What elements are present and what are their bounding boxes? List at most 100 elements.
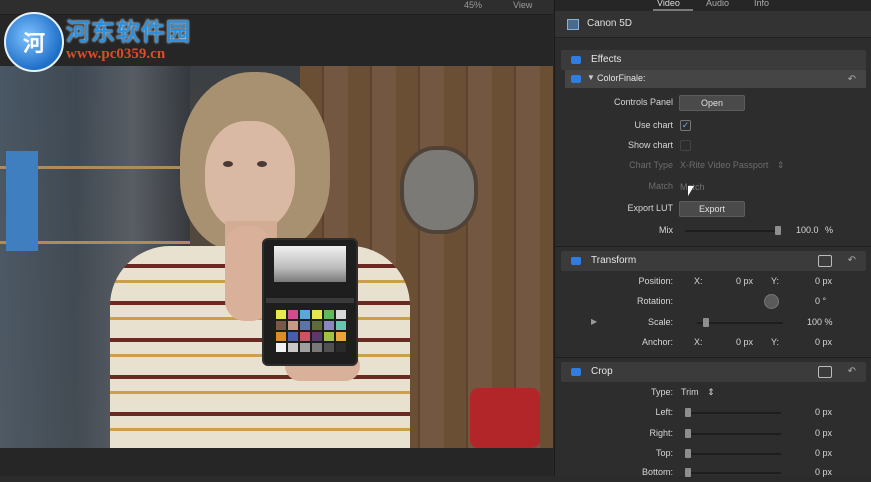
crop-right-slider[interactable] (685, 429, 781, 438)
effects-section-header[interactable]: Effects (561, 50, 866, 70)
clip-header: Canon 5D (555, 11, 871, 38)
anchor-row: Anchor: X: 0 px Y: 0 px (555, 334, 871, 352)
rotation-label: Rotation: (636, 296, 673, 306)
person-face (205, 121, 295, 231)
transform-enable-checkbox[interactable] (571, 257, 581, 265)
disclosure-triangle-icon[interactable]: ▼ (587, 73, 595, 82)
show-chart-checkbox[interactable] (680, 140, 691, 151)
chart-type-popup[interactable]: X-Rite Video Passport ⇕ (680, 160, 784, 171)
crop-right-knob[interactable] (685, 429, 691, 438)
color-checker-chart (262, 238, 358, 366)
crop-top-knob[interactable] (685, 449, 691, 458)
use-chart-label: Use chart (634, 120, 673, 130)
position-x-axis-label: X: (694, 276, 703, 286)
clip-name: Canon 5D (587, 18, 633, 29)
transform-section-header[interactable]: Transform ↶ (561, 251, 866, 271)
crop-left-slider[interactable] (685, 408, 781, 417)
crop-reset-icon[interactable]: ↶ (848, 366, 856, 377)
match-label: Match (648, 181, 673, 191)
anchor-x-value[interactable]: 0 px (736, 337, 753, 347)
colorfinale-title: ColorFinale: (597, 73, 646, 83)
transform-onscreen-control-icon[interactable] (818, 255, 832, 267)
crop-right-row: Right: 0 px (555, 425, 871, 443)
watermark-logo: 河 (4, 12, 64, 72)
position-x-value[interactable]: 0 px (736, 276, 753, 286)
crop-type-row: Type: Trim ⇕ (555, 384, 871, 402)
mix-slider[interactable] (685, 226, 781, 235)
transform-title: Transform (591, 255, 637, 266)
mix-slider-knob[interactable] (775, 226, 781, 235)
use-chart-checkbox[interactable]: ✓ (680, 120, 691, 131)
color-swatches (276, 310, 346, 352)
position-y-value[interactable]: 0 px (815, 276, 832, 286)
mix-unit: % (825, 225, 834, 235)
show-chart-row: Show chart (555, 137, 871, 155)
anchor-y-axis-label: Y: (771, 337, 780, 347)
transform-reset-icon[interactable]: ↶ (848, 255, 856, 266)
watermark-url: www.pc0359.cn (66, 46, 166, 62)
rotation-row: Rotation: 0 ° (555, 293, 871, 311)
tab-info[interactable]: Info (754, 0, 769, 8)
crop-section-header[interactable]: Crop ↶ (561, 362, 866, 382)
person-eye (257, 161, 267, 167)
crop-top-value[interactable]: 0 px (815, 448, 832, 458)
position-row: Position: X: 0 px Y: 0 px (555, 273, 871, 291)
tab-audio[interactable]: Audio (706, 0, 729, 8)
background-bin (6, 151, 38, 251)
person-eye (223, 161, 233, 167)
export-lut-label: Export LUT (627, 203, 673, 213)
crop-left-label: Left: (655, 407, 673, 417)
crop-top-label: Top: (655, 448, 673, 458)
grey-balance-card (274, 246, 346, 282)
crop-type-label: Type: (650, 387, 673, 397)
crop-enable-checkbox[interactable] (571, 368, 581, 376)
inspector-panel: Video Audio Info Canon 5D Effects ▼ Colo… (554, 0, 871, 477)
scale-row: ▶ Scale: 100 % (555, 314, 871, 332)
anchor-y-value[interactable]: 0 px (815, 337, 832, 347)
tab-video[interactable]: Video (657, 0, 680, 8)
effects-enable-checkbox[interactable] (571, 56, 581, 64)
export-lut-button[interactable]: Export (679, 201, 745, 217)
crop-bottom-slider[interactable] (685, 468, 781, 477)
scale-slider-knob[interactable] (703, 318, 709, 327)
popup-arrows-icon: ⇕ (776, 160, 785, 170)
viewer: 45% View 河 河东软件园 www.pc0359.cn (0, 0, 553, 476)
background-lamp (400, 146, 478, 234)
colorfinale-reset-icon[interactable]: ↶ (848, 74, 856, 85)
scale-slider[interactable] (697, 318, 783, 327)
scale-expand-icon[interactable]: ▶ (591, 317, 597, 326)
zoom-menu[interactable]: 45% (464, 0, 482, 10)
rotation-dial[interactable] (764, 294, 779, 309)
colorfinale-effect-header[interactable]: ▼ ColorFinale: ↶ (565, 70, 866, 88)
crop-onscreen-control-icon[interactable] (818, 366, 832, 378)
crop-title: Crop (591, 366, 613, 377)
watermark-logo-text: 河 (22, 31, 45, 56)
position-y-axis-label: Y: (771, 276, 780, 286)
crop-type-popup[interactable]: Trim ⇕ (681, 387, 715, 398)
use-chart-row: Use chart ✓ (555, 117, 871, 135)
mouse-pointer-icon (688, 186, 698, 196)
video-frame[interactable] (0, 66, 553, 448)
open-controls-button[interactable]: Open (679, 95, 745, 111)
chart-hinge (266, 298, 354, 303)
crop-left-knob[interactable] (685, 408, 691, 417)
crop-type-value: Trim (681, 387, 699, 397)
mix-value[interactable]: 100.0 (796, 225, 819, 235)
show-chart-label: Show chart (627, 140, 673, 150)
rotation-value[interactable]: 0 ° (815, 296, 826, 306)
controls-panel-row: Controls Panel Open (555, 94, 871, 112)
divider (555, 357, 871, 358)
colorfinale-enable-checkbox[interactable] (571, 75, 581, 83)
crop-left-value[interactable]: 0 px (815, 407, 832, 417)
background-red-bag (470, 388, 540, 448)
watermark-title: 河东软件园 (66, 17, 191, 46)
match-row: Match Match (555, 178, 871, 196)
crop-right-label: Right: (649, 428, 673, 438)
crop-top-row: Top: 0 px (555, 445, 871, 463)
crop-top-slider[interactable] (685, 449, 781, 458)
view-menu[interactable]: View (513, 0, 532, 10)
crop-right-value[interactable]: 0 px (815, 428, 832, 438)
film-clip-icon (567, 19, 579, 30)
scale-value[interactable]: 100 % (807, 317, 833, 327)
scale-label: Scale: (647, 317, 673, 327)
